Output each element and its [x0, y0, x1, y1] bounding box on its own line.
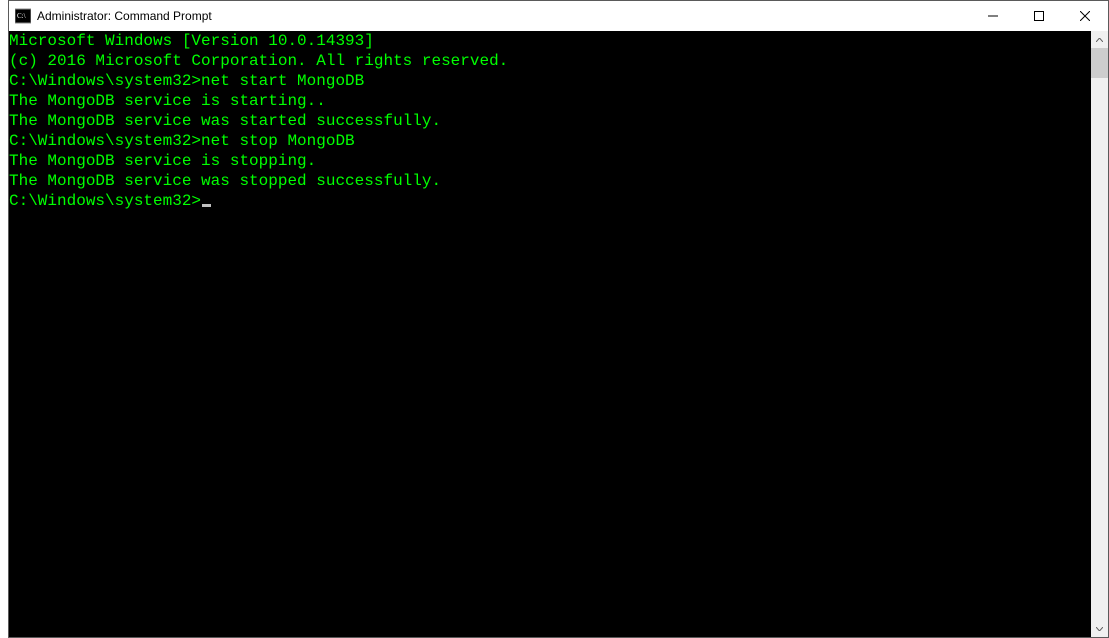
scroll-down-arrow-icon[interactable]: [1091, 620, 1108, 637]
scroll-up-arrow-icon[interactable]: [1091, 31, 1108, 48]
terminal-line: C:\Windows\system32>net start MongoDB: [9, 71, 1091, 91]
command-prompt-window: C:\ Administrator: Command Prompt Micros…: [8, 0, 1109, 638]
terminal-line: C:\Windows\system32>net stop MongoDB: [9, 131, 1091, 151]
title-bar[interactable]: C:\ Administrator: Command Prompt: [9, 1, 1108, 31]
scrollbar-track[interactable]: [1091, 48, 1108, 620]
scrollbar-thumb[interactable]: [1091, 48, 1108, 78]
vertical-scrollbar[interactable]: [1091, 31, 1108, 637]
terminal-line: The MongoDB service is starting..: [9, 91, 1091, 111]
terminal-line: The MongoDB service was stopped successf…: [9, 171, 1091, 191]
window-controls: [970, 1, 1108, 31]
maximize-button[interactable]: [1016, 1, 1062, 31]
svg-text:C:\: C:\: [17, 12, 26, 20]
cmd-icon: C:\: [15, 8, 31, 24]
terminal-line: The MongoDB service was started successf…: [9, 111, 1091, 131]
terminal-line: C:\Windows\system32>: [9, 191, 1091, 211]
window-title: Administrator: Command Prompt: [37, 9, 212, 23]
close-button[interactable]: [1062, 1, 1108, 31]
terminal-line: (c) 2016 Microsoft Corporation. All righ…: [9, 51, 1091, 71]
client-area: Microsoft Windows [Version 10.0.14393](c…: [9, 31, 1108, 637]
terminal-line: Microsoft Windows [Version 10.0.14393]: [9, 31, 1091, 51]
terminal-line: The MongoDB service is stopping.: [9, 151, 1091, 171]
minimize-button[interactable]: [970, 1, 1016, 31]
cursor: [202, 204, 211, 207]
terminal-output[interactable]: Microsoft Windows [Version 10.0.14393](c…: [9, 31, 1091, 637]
